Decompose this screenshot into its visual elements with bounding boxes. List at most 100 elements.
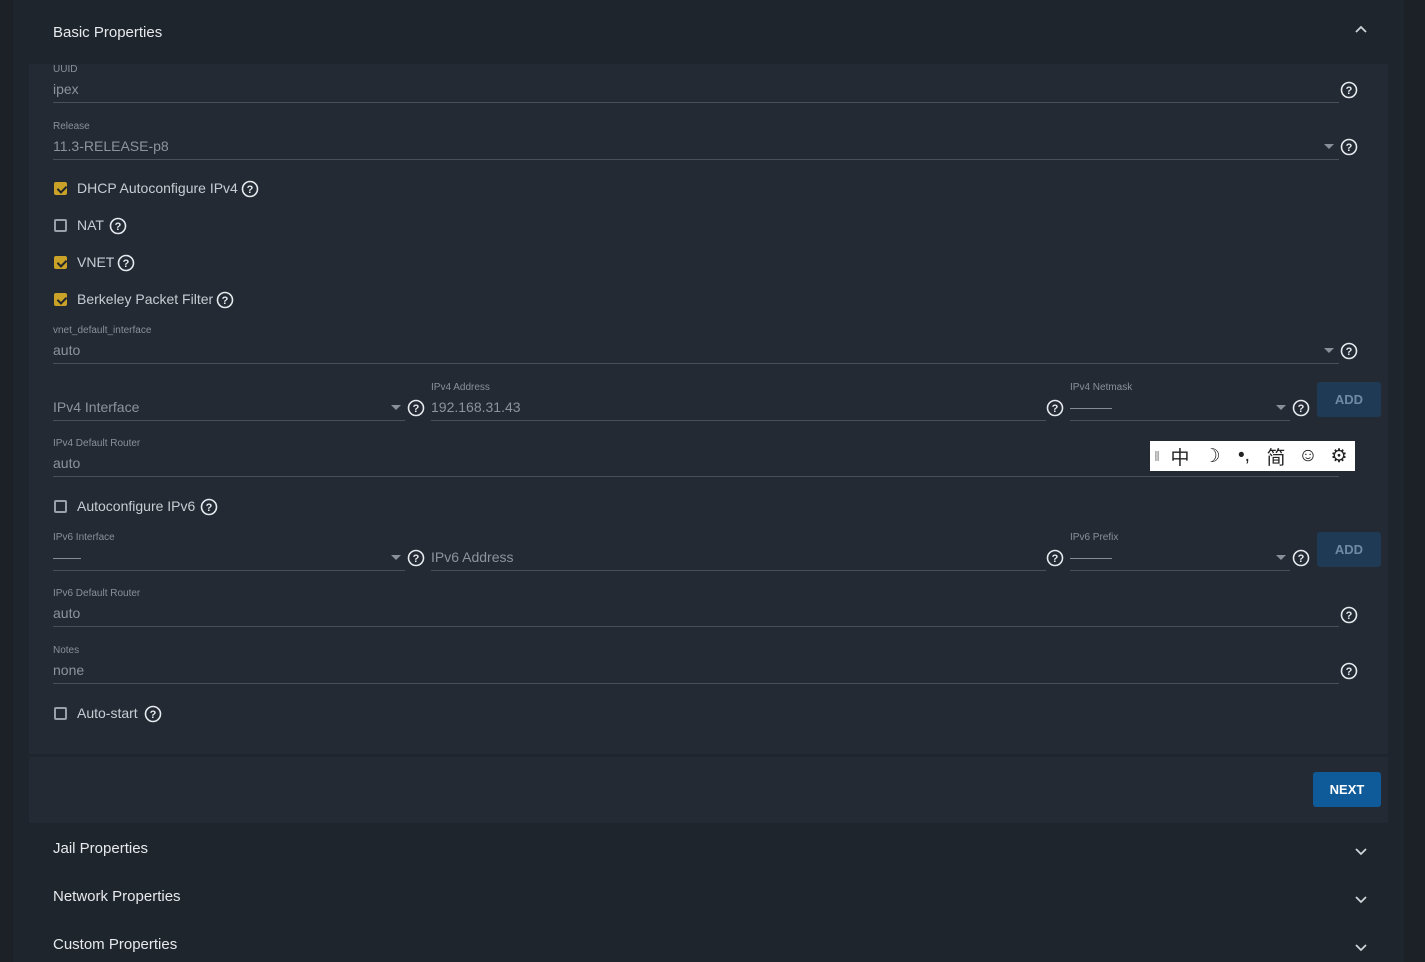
actions-bar [29, 757, 1388, 823]
nat-checkbox[interactable] [54, 219, 67, 232]
ipv4-netmask-underline [1070, 420, 1290, 421]
ipv6-prefix-underline [1070, 570, 1290, 571]
section-title-network: Network Properties [53, 888, 181, 905]
ime-settings-icon[interactable]: ⚙ [1324, 445, 1354, 468]
ipv6-interface-select[interactable]: —— [53, 549, 81, 565]
add-ipv4-button[interactable]: ADD [1317, 382, 1381, 417]
ime-drag-handle[interactable]: ‖ [1150, 448, 1164, 464]
svg-text:?: ? [413, 553, 420, 565]
ime-moon-icon[interactable]: ☽ [1196, 445, 1228, 468]
ipv6-interface-underline [53, 570, 405, 571]
bpf-label: Berkeley Packet Filter [77, 291, 214, 307]
uuid-label: UUID [53, 64, 78, 75]
help-icon[interactable]: ? [1292, 549, 1310, 567]
help-icon[interactable]: ? [1292, 399, 1310, 417]
svg-text:?: ? [115, 221, 122, 233]
uuid-underline [53, 102, 1339, 103]
help-icon[interactable]: ? [1340, 342, 1358, 360]
vnet-default-interface-label: vnet_default_interface [53, 325, 152, 336]
help-icon[interactable]: ? [109, 217, 127, 235]
dropdown-caret-icon[interactable] [391, 405, 401, 410]
help-icon[interactable]: ? [1340, 606, 1358, 624]
ipv4-interface-select[interactable]: IPv4 Interface [53, 399, 139, 415]
autoconfigure-ipv6-label: Autoconfigure IPv6 [77, 498, 196, 514]
chevron-down-icon[interactable] [1353, 939, 1369, 955]
add-ipv6-button[interactable]: ADD [1317, 532, 1381, 567]
ipv4-netmask-select[interactable]: ——— [1070, 399, 1112, 415]
help-icon[interactable]: ? [216, 291, 234, 309]
release-underline [53, 159, 1339, 160]
autoconfigure-ipv6-checkbox[interactable] [54, 500, 67, 513]
ipv4-address-input[interactable]: 192.168.31.43 [431, 399, 521, 415]
svg-text:?: ? [150, 709, 157, 721]
notes-underline [53, 683, 1339, 684]
ime-emoji-icon[interactable]: ☺ [1292, 445, 1324, 467]
dropdown-caret-icon[interactable] [1276, 555, 1286, 560]
ipv4-default-router-input[interactable]: auto [53, 455, 80, 471]
ipv6-prefix-select[interactable]: ——— [1070, 549, 1112, 565]
custom-properties-header[interactable]: Custom Properties [29, 922, 1388, 962]
svg-text:?: ? [1346, 346, 1353, 358]
nat-label: NAT [77, 217, 104, 233]
dropdown-caret-icon[interactable] [1324, 144, 1334, 149]
chevron-down-icon[interactable] [1353, 843, 1369, 859]
help-icon[interactable]: ? [407, 549, 425, 567]
chevron-down-icon[interactable] [1353, 891, 1369, 907]
notes-label: Notes [53, 645, 80, 656]
dropdown-caret-icon[interactable] [1276, 405, 1286, 410]
svg-text:?: ? [1052, 403, 1059, 415]
ime-punctuation-icon[interactable]: •, [1228, 445, 1260, 467]
svg-text:?: ? [1298, 553, 1305, 565]
help-icon[interactable]: ? [1340, 81, 1358, 99]
ipv4-default-router-underline [53, 476, 1339, 477]
vnet-default-interface-underline [53, 363, 1339, 364]
help-icon[interactable]: ? [241, 180, 259, 198]
network-properties-header[interactable]: Network Properties [29, 874, 1388, 918]
help-icon[interactable]: ? [1340, 662, 1358, 680]
ipv6-default-router-input[interactable]: auto [53, 605, 80, 621]
ipv4-netmask-label: IPv4 Netmask [1070, 382, 1133, 393]
svg-text:?: ? [1346, 85, 1353, 97]
help-icon[interactable]: ? [1046, 399, 1064, 417]
svg-text:?: ? [247, 184, 254, 196]
vnet-default-interface-select[interactable]: auto [53, 342, 80, 358]
ime-toolbar: ‖ 中 ☽ •, 简 ☺ ⚙ [1150, 441, 1355, 471]
ipv4-interface-underline [53, 420, 405, 421]
ipv4-default-router-label: IPv4 Default Router [53, 438, 141, 449]
chevron-up-icon[interactable] [1353, 21, 1369, 37]
ime-simplified-icon[interactable]: 简 [1260, 443, 1292, 470]
dhcp-label: DHCP Autoconfigure IPv4 [77, 180, 238, 196]
ipv6-interface-label: IPv6 Interface [53, 532, 115, 543]
next-button[interactable]: NEXT [1313, 772, 1381, 807]
svg-text:?: ? [222, 295, 229, 307]
help-icon[interactable]: ? [1046, 549, 1064, 567]
jail-properties-header[interactable]: Jail Properties [29, 826, 1388, 870]
basic-properties-panel [29, 64, 1388, 754]
svg-text:?: ? [1346, 610, 1353, 622]
help-icon[interactable]: ? [117, 254, 135, 272]
svg-text:?: ? [1052, 553, 1059, 565]
vnet-checkbox[interactable] [54, 256, 67, 269]
dhcp-checkbox[interactable] [54, 182, 67, 195]
help-icon[interactable]: ? [200, 498, 218, 516]
svg-text:?: ? [1298, 403, 1305, 415]
dropdown-caret-icon[interactable] [391, 555, 401, 560]
ime-chinese-mode-icon[interactable]: 中 [1164, 443, 1196, 470]
help-icon[interactable]: ? [1340, 138, 1358, 156]
bpf-checkbox[interactable] [54, 293, 67, 306]
vnet-label: VNET [77, 254, 115, 270]
notes-input[interactable]: none [53, 662, 84, 678]
svg-text:?: ? [123, 258, 130, 270]
basic-properties-header[interactable]: Basic Properties [29, 0, 1388, 64]
ipv6-address-underline [431, 570, 1046, 571]
ipv6-address-input[interactable]: IPv6 Address [431, 549, 514, 565]
autostart-checkbox[interactable] [54, 707, 67, 720]
help-icon[interactable]: ? [144, 705, 162, 723]
svg-text:?: ? [1346, 142, 1353, 154]
dropdown-caret-icon[interactable] [1324, 348, 1334, 353]
uuid-field[interactable]: ipex [53, 81, 79, 97]
release-select[interactable]: 11.3-RELEASE-p8 [53, 138, 169, 154]
help-icon[interactable]: ? [407, 399, 425, 417]
ipv6-default-router-underline [53, 626, 1339, 627]
autostart-label: Auto-start [77, 705, 138, 721]
